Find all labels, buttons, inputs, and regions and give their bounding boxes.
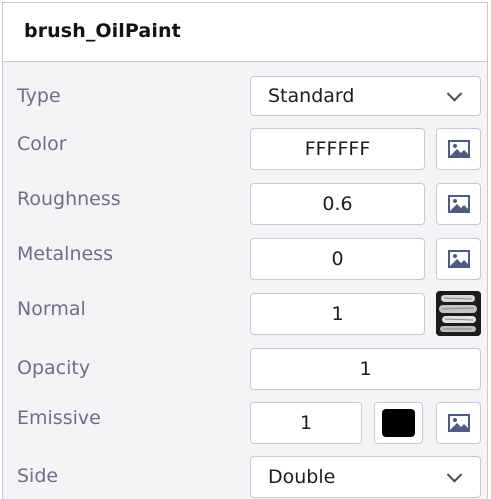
color-texture-button[interactable]	[436, 128, 481, 170]
emissive-label: Emissive	[17, 407, 101, 429]
emissive-color-swatch[interactable]	[374, 402, 423, 444]
image-icon	[447, 195, 470, 213]
roughness-value: 0.6	[322, 193, 353, 215]
side-select[interactable]: Double	[250, 456, 481, 498]
opacity-input[interactable]: 1	[250, 348, 481, 390]
emissive-value: 1	[299, 412, 313, 434]
metalness-texture-button[interactable]	[436, 238, 481, 280]
image-icon	[447, 414, 470, 432]
opacity-value: 1	[359, 358, 372, 380]
color-input[interactable]: FFFFFF	[250, 128, 425, 170]
normal-label: Normal	[17, 298, 86, 320]
type-value: Standard	[268, 85, 355, 107]
material-title: brush_OilPaint	[24, 20, 181, 42]
emissive-input[interactable]: 1	[250, 402, 362, 444]
side-label: Side	[17, 465, 59, 487]
type-select[interactable]: Standard	[250, 76, 481, 116]
chevron-down-icon	[446, 467, 463, 483]
roughness-texture-button[interactable]	[436, 183, 481, 225]
side-value: Double	[268, 466, 336, 488]
color-value: FFFFFF	[304, 138, 371, 160]
normal-map-preview-image	[436, 291, 481, 336]
image-icon	[447, 250, 470, 268]
type-label: Type	[17, 85, 61, 107]
panel-header: brush_OilPaint	[3, 3, 487, 62]
normal-map-texture-thumbnail[interactable]	[436, 291, 481, 336]
image-icon	[447, 140, 470, 158]
normal-input[interactable]: 1	[250, 293, 425, 335]
metalness-input[interactable]: 0	[250, 238, 425, 280]
opacity-label: Opacity	[17, 357, 91, 379]
emissive-texture-button[interactable]	[436, 402, 481, 444]
roughness-label: Roughness	[17, 188, 121, 210]
metalness-label: Metalness	[17, 243, 113, 265]
chevron-down-icon	[446, 86, 463, 102]
color-label: Color	[17, 133, 67, 155]
metalness-value: 0	[331, 248, 344, 270]
emissive-color-fill	[382, 409, 415, 437]
roughness-input[interactable]: 0.6	[250, 183, 425, 225]
normal-value: 1	[331, 303, 344, 325]
